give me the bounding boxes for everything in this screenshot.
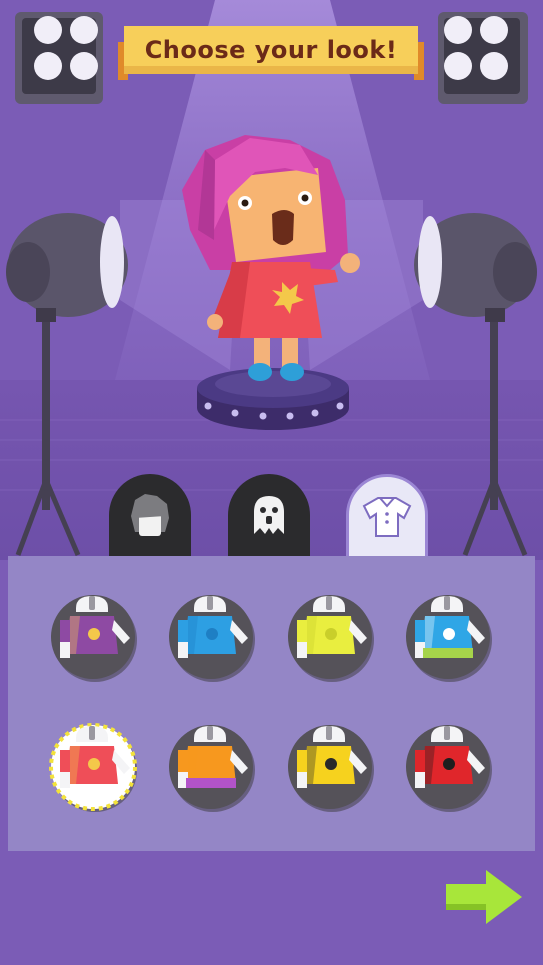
outfit-option[interactable]: [46, 720, 140, 814]
tab-face[interactable]: [228, 474, 310, 564]
outfit-option[interactable]: [401, 720, 495, 814]
tab-outfit[interactable]: [346, 474, 428, 564]
outfit-option[interactable]: [46, 590, 140, 684]
outfit-red-dress-icon: [49, 723, 137, 812]
outfit-option[interactable]: [164, 720, 258, 814]
outfit-cat-shirt-icon: [406, 725, 492, 812]
page-title: Choose your look!: [144, 36, 398, 64]
outfit-option[interactable]: [401, 590, 495, 684]
hair-icon: [131, 494, 169, 536]
outfit-smiley-shirt-icon: [288, 725, 374, 812]
arrow-right-icon: [446, 870, 522, 924]
character-pedestal: [197, 368, 349, 430]
outfit-purple-shirt-icon: [51, 595, 137, 682]
outfit-option[interactable]: [283, 720, 377, 814]
top-left-spotlight: [15, 12, 103, 104]
top-right-spotlight: [438, 12, 528, 104]
outfit-striped-shirt-icon: [406, 595, 492, 682]
next-button[interactable]: [444, 868, 524, 926]
ghost-face-icon: [254, 496, 284, 534]
outfit-orange-shirt-icon: [169, 725, 255, 812]
outfit-yellow-top-icon: [288, 595, 374, 682]
shirt-icon: [362, 497, 412, 537]
title-banner: Choose your look!: [118, 26, 424, 80]
outfit-blue-jacket-icon: [169, 595, 255, 682]
tab-hair[interactable]: [109, 474, 191, 564]
outfit-option[interactable]: [164, 590, 258, 684]
outfit-option[interactable]: [283, 590, 377, 684]
